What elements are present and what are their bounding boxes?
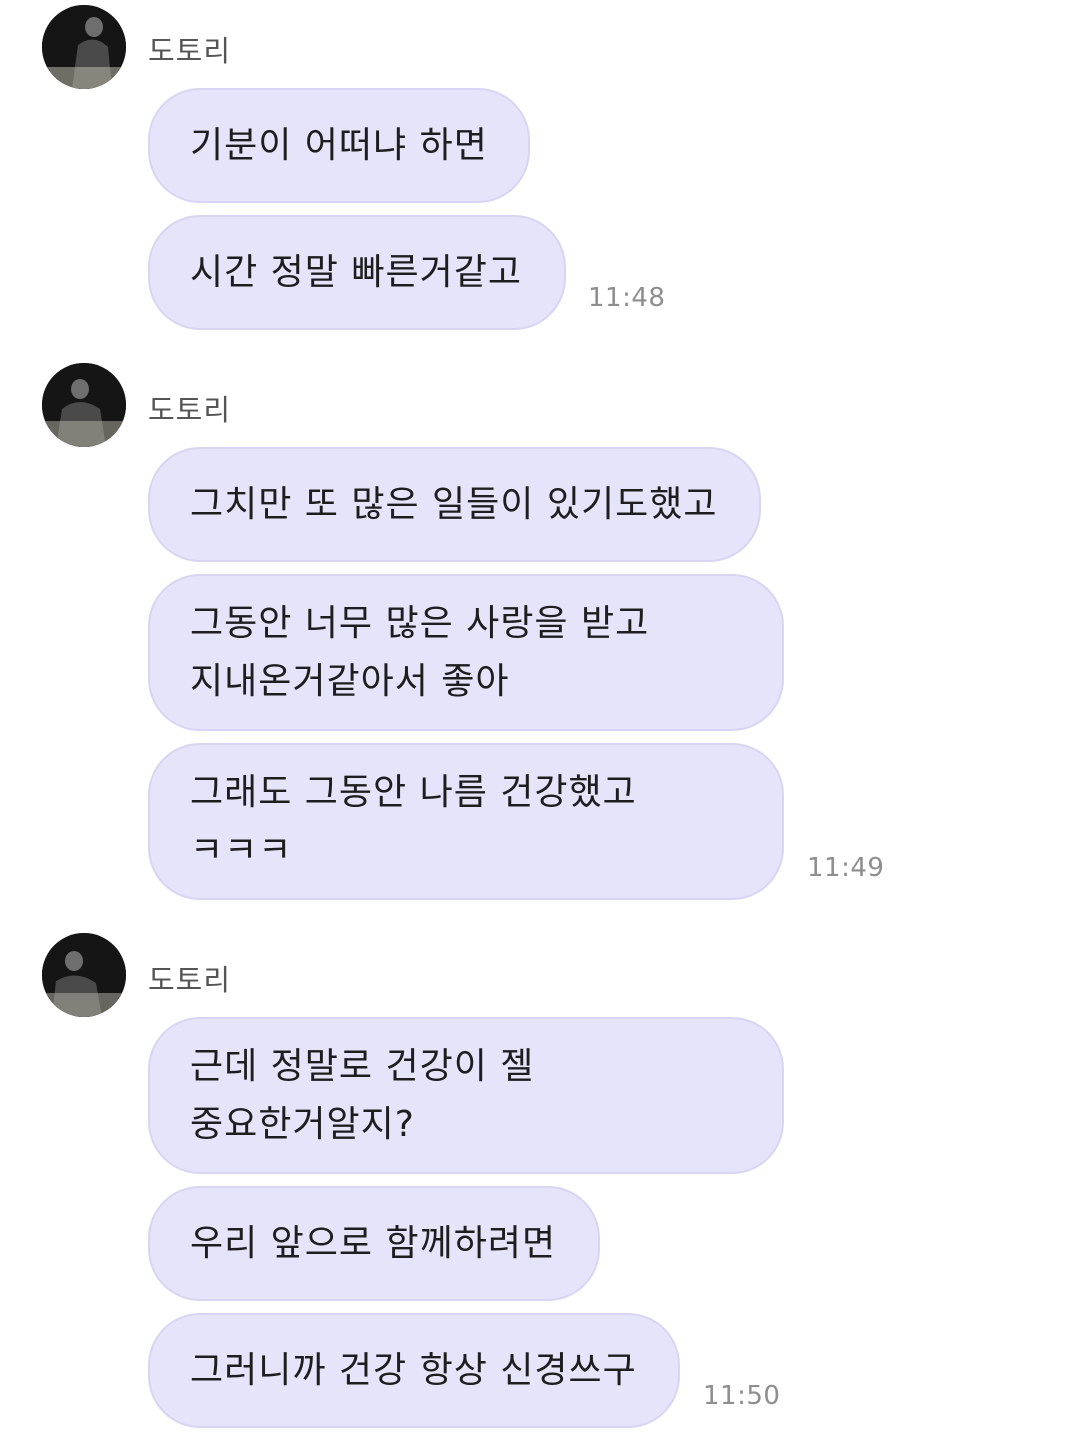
message-text: 중요한거알지?: [190, 1103, 415, 1145]
message-text: 우리 앞으로 함께하려면: [190, 1222, 557, 1264]
message-bubble[interactable]: 근데 정말로 건강이 젤 중요한거알지?: [148, 1017, 784, 1174]
avatar[interactable]: [42, 5, 126, 89]
message-text: 기분이 어떠냐 하면: [190, 124, 488, 166]
avatar[interactable]: [42, 933, 126, 1017]
profile-photo-icon: [42, 5, 126, 89]
message-bubble[interactable]: 그래도 그동안 나름 건강했고 ㅋㅋㅋ: [148, 743, 784, 900]
message-text: 그치만 또 많은 일들이 있기도했고: [190, 483, 718, 525]
message-text: 그래도 그동안 나름 건강했고: [190, 771, 637, 813]
message-bubble[interactable]: 우리 앞으로 함께하려면: [148, 1186, 600, 1301]
message-text: 그러니까 건강 항상 신경쓰구: [190, 1349, 637, 1391]
message-bubble[interactable]: 그동안 너무 많은 사랑을 받고 지내온거같아서 좋아: [148, 574, 784, 731]
message-text: 지내온거같아서 좋아: [190, 660, 510, 702]
message-bubble[interactable]: 시간 정말 빠른거같고: [148, 215, 566, 330]
message-bubble[interactable]: 그러니까 건강 항상 신경쓰구: [148, 1313, 680, 1428]
sender-name: 도토리: [148, 34, 232, 68]
timestamp: 11:50: [703, 1381, 781, 1411]
timestamp: 11:48: [588, 283, 666, 313]
avatar[interactable]: [42, 363, 126, 447]
sender-name: 도토리: [148, 393, 232, 427]
chat-thread: 도토리 기분이 어떠냐 하면 시간 정말 빠른거같고 11:48 도토리 그치만…: [0, 0, 1080, 1440]
sender-name: 도토리: [148, 963, 232, 997]
message-text: 시간 정말 빠른거같고: [190, 251, 522, 293]
message-text: 그동안 너무 많은 사랑을 받고: [190, 602, 650, 644]
message-text: 근데 정말로 건강이 젤: [190, 1045, 535, 1087]
timestamp: 11:49: [807, 853, 885, 883]
message-bubble[interactable]: 기분이 어떠냐 하면: [148, 88, 530, 203]
message-text: ㅋㅋㅋ: [190, 829, 293, 871]
profile-photo-icon: [42, 363, 126, 447]
message-bubble[interactable]: 그치만 또 많은 일들이 있기도했고: [148, 447, 761, 562]
profile-photo-icon: [42, 933, 126, 1017]
